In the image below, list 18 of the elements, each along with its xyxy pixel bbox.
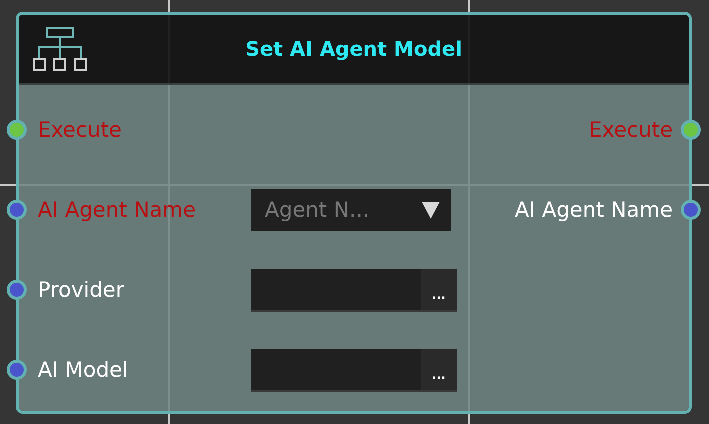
pin-label: Provider: [38, 278, 124, 302]
connection-pin[interactable]: [7, 360, 27, 380]
pin-label: AI Model: [38, 358, 128, 382]
hierarchy-icon: [32, 26, 88, 72]
browse-button[interactable]: ...: [421, 268, 457, 310]
pin-label: Execute: [38, 118, 122, 142]
pin-label: AI Agent Name: [514, 198, 673, 222]
connection-pin[interactable]: [681, 120, 701, 140]
dropdown-arrow-icon: [421, 200, 441, 220]
connection-pin[interactable]: [7, 280, 27, 300]
connection-pin[interactable]: [7, 120, 27, 140]
pin-label: Execute: [589, 118, 673, 142]
connection-pin[interactable]: [7, 200, 27, 220]
connection-pin[interactable]: [681, 200, 701, 220]
node-title: Set AI Agent Model: [246, 37, 462, 61]
pin-label: AI Agent Name: [38, 198, 196, 222]
agent-dropdown[interactable]: Agent N...: [251, 189, 451, 231]
browse-button[interactable]: ...: [421, 348, 457, 390]
